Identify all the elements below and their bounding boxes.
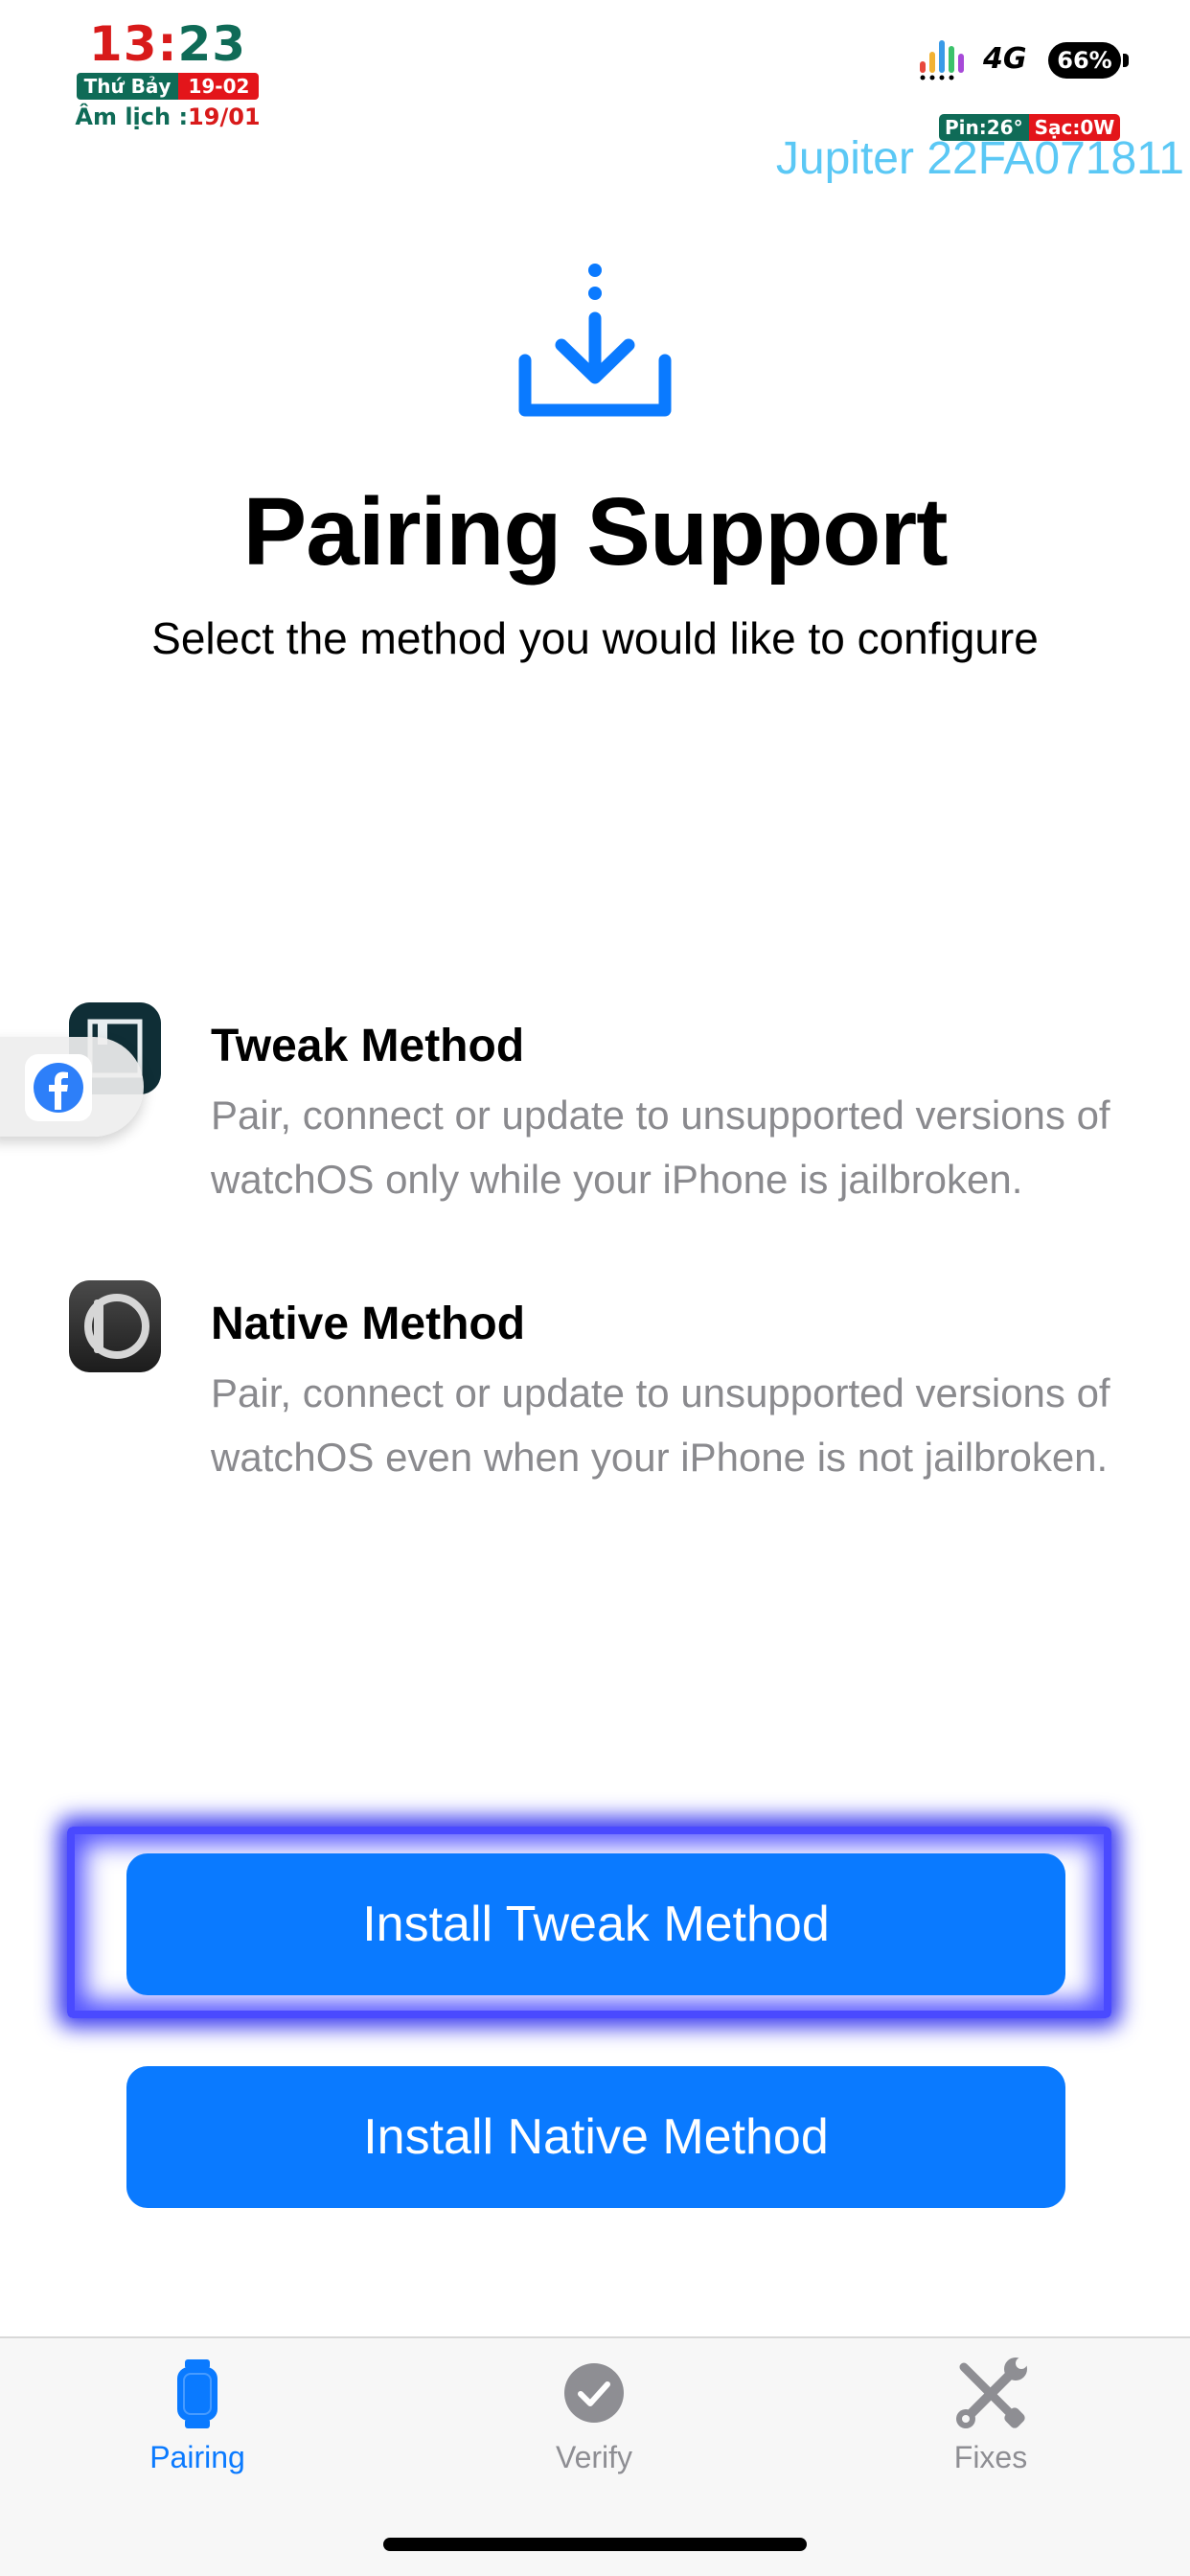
tab-fixes[interactable]: Fixes [847, 2338, 1134, 2492]
battery-tip [1123, 54, 1129, 67]
floating-facebook-bubble[interactable] [0, 1037, 144, 1137]
lunar-date: Âm lịch :19/01 [57, 104, 278, 130]
clock-time: 13:23 [57, 17, 278, 71]
watch-icon [177, 2359, 217, 2428]
lunar-value: 19/01 [188, 104, 261, 130]
method-title: Native Method [211, 1299, 526, 1349]
lunar-label: Âm lịch : [75, 104, 189, 130]
page-subtitle: Select the method you would like to conf… [151, 613, 1039, 663]
battery-indicator: 66% [1048, 42, 1121, 79]
method-title: Tweak Method [211, 1021, 525, 1071]
device-label: Jupiter 22FA071811 [775, 133, 1184, 184]
install-native-method-button[interactable]: Install Native Method [126, 2066, 1065, 2208]
tab-label: Fixes [953, 2440, 1028, 2474]
page-title: Pairing Support [242, 478, 949, 586]
date-badge: 19-02 [178, 73, 260, 100]
clock-hour: 13 [88, 16, 158, 72]
tab-verify[interactable]: Verify [450, 2338, 738, 2492]
tab-label: Pairing [149, 2440, 245, 2474]
tab-label: Verify [555, 2440, 633, 2474]
network-type: 4G [983, 42, 1027, 76]
signal-strength-icon [920, 40, 964, 80]
native-app-icon [69, 1280, 161, 1372]
tab-pairing[interactable]: Pairing [54, 2338, 341, 2492]
weekday-badge: Thứ Bảy [76, 73, 179, 100]
download-tray-icon [518, 264, 672, 417]
method-description: Pair, connect or update to unsupported v… [211, 1370, 1110, 1480]
wrench-screwdriver-icon [956, 2358, 1027, 2428]
status-clock-widget: 13:23 Thứ Bảy 19-02 Âm lịch :19/01 [57, 17, 278, 130]
clock-minute: 23 [177, 16, 247, 72]
checkmark-seal-icon [564, 2363, 624, 2423]
home-indicator[interactable] [383, 2538, 807, 2551]
clock-separator: : [157, 16, 178, 72]
install-tweak-method-button[interactable]: Install Tweak Method [126, 1853, 1065, 1995]
method-description: Pair, connect or update to unsupported v… [211, 1092, 1110, 1202]
facebook-icon [25, 1054, 92, 1121]
date-row: Thứ Bảy 19-02 [57, 73, 278, 100]
